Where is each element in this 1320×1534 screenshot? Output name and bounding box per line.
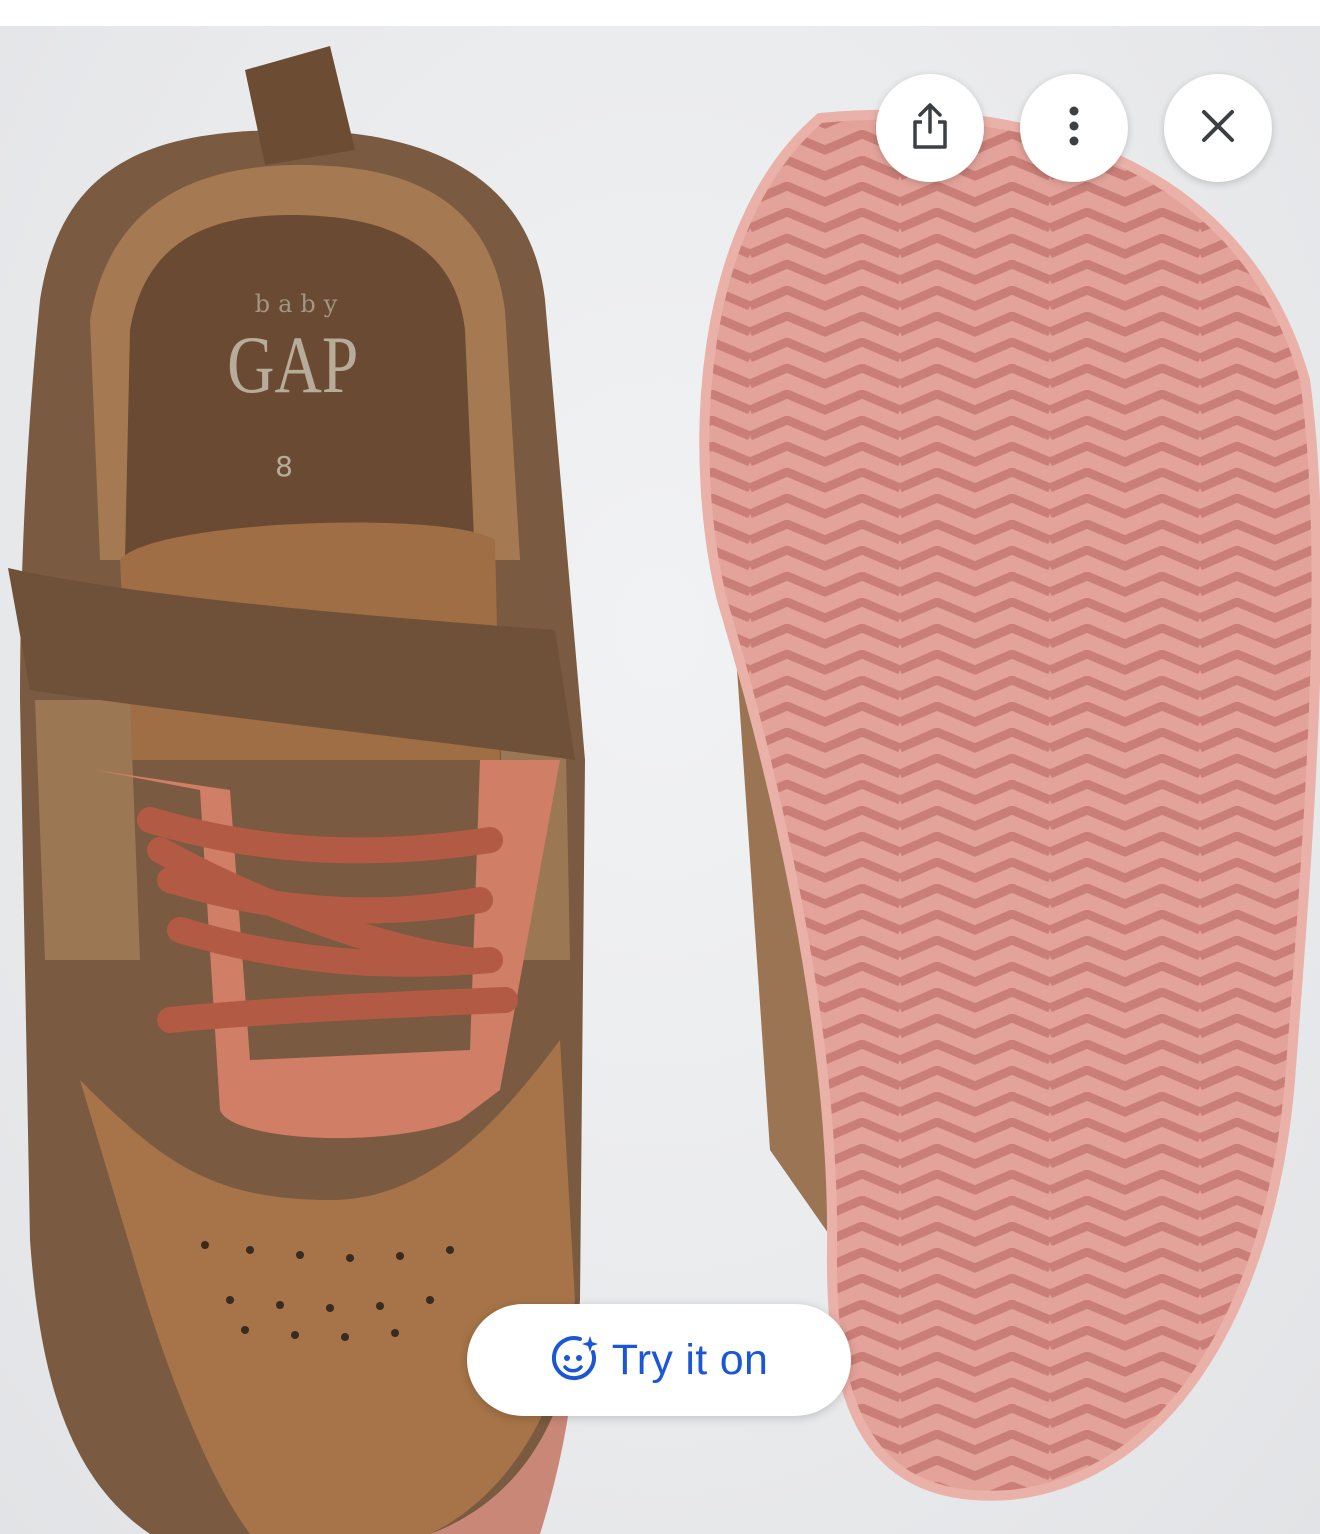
face-sparkle-icon: [550, 1334, 598, 1386]
insole-size: 8: [275, 450, 293, 483]
close-icon: [1200, 108, 1236, 148]
try-it-on-button[interactable]: Try it on: [467, 1304, 851, 1416]
insole-brand-small: baby: [255, 290, 346, 318]
insole-brand: GAP: [227, 320, 358, 411]
status-area: [0, 0, 1320, 26]
try-it-on-label: Try it on: [611, 1335, 769, 1384]
close-button[interactable]: [1164, 74, 1272, 182]
share-icon: [908, 102, 952, 154]
more-vert-icon: [1068, 106, 1080, 150]
share-button[interactable]: [876, 74, 984, 182]
more-options-button[interactable]: [1020, 74, 1128, 182]
